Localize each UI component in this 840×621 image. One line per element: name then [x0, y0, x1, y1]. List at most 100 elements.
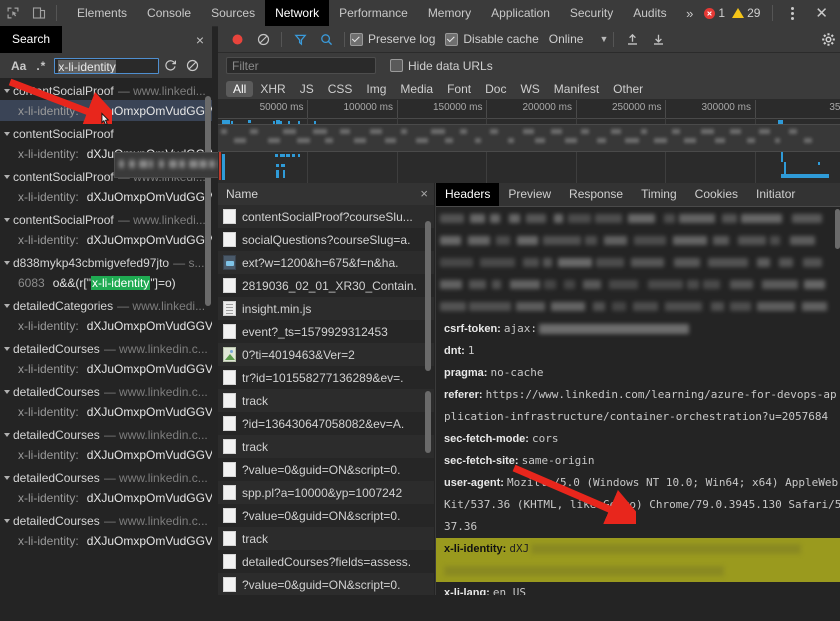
type-filter-other[interactable]: Other	[606, 81, 650, 97]
requests-scrollbar[interactable]	[425, 221, 431, 371]
table-row[interactable]: ?id=136430647058082&ev=A.	[218, 412, 434, 435]
clear-network-log-icon[interactable]	[250, 26, 276, 52]
tab-preview[interactable]: Preview	[499, 183, 560, 206]
expand-caret-icon[interactable]	[4, 347, 10, 351]
device-toolbar-icon[interactable]	[26, 0, 52, 26]
type-filter-js[interactable]: JS	[293, 81, 321, 97]
tab-cookies[interactable]: Cookies	[686, 183, 747, 206]
search-result-match[interactable]: x-li-identity:dXJuOmxpOmVudGGV...	[0, 444, 212, 465]
expand-caret-icon[interactable]	[4, 433, 10, 437]
expand-caret-icon[interactable]	[4, 304, 10, 308]
expand-caret-icon[interactable]	[4, 390, 10, 394]
tab-sources[interactable]: Sources	[201, 0, 265, 26]
inspect-element-icon[interactable]	[0, 0, 26, 26]
search-result-group[interactable]: detailedCourses— www.linkedin.c...x-li-i…	[0, 379, 212, 422]
type-filter-css[interactable]: CSS	[321, 81, 360, 97]
type-filter-media[interactable]: Media	[393, 81, 440, 97]
import-har-icon[interactable]	[619, 26, 645, 52]
type-filter-img[interactable]: Img	[359, 81, 393, 97]
search-input[interactable]: x-li-identity	[54, 58, 159, 74]
requests-column-header[interactable]: Name	[218, 183, 434, 206]
search-result-group[interactable]: contentSocialProof— www.linkedi...x-li-i…	[0, 207, 212, 250]
tab-memory[interactable]: Memory	[418, 0, 481, 26]
tab-performance[interactable]: Performance	[329, 0, 418, 26]
expand-caret-icon[interactable]	[4, 519, 10, 523]
network-overview-timeline[interactable]: 50000 ms100000 ms150000 ms200000 ms25000…	[218, 100, 840, 183]
more-tabs-icon[interactable]: »	[679, 6, 700, 21]
expand-caret-icon[interactable]	[4, 218, 10, 222]
tab-network[interactable]: Network	[265, 0, 329, 26]
search-result-header[interactable]: detailedCourses— www.linkedin.c...	[0, 468, 212, 487]
tab-headers[interactable]: Headers	[436, 183, 499, 206]
error-badge[interactable]: 1 29	[700, 6, 768, 20]
headers-scrollbar[interactable]	[835, 209, 840, 249]
table-row[interactable]: insight.min.js	[218, 297, 434, 320]
filter-input[interactable]: Filter	[226, 57, 376, 74]
disable-cache-checkbox[interactable]: Disable cache	[445, 32, 538, 46]
tab-elements[interactable]: Elements	[67, 0, 137, 26]
tab-audits[interactable]: Audits	[623, 0, 676, 26]
preserve-log-checkbox[interactable]: Preserve log	[350, 32, 435, 46]
clear-search-icon[interactable]	[181, 55, 203, 77]
table-row[interactable]: track	[218, 527, 434, 550]
table-row[interactable]: ext?w=1200&h=675&f=n&ha.	[218, 251, 434, 274]
type-filter-doc[interactable]: Doc	[478, 81, 513, 97]
expand-caret-icon[interactable]	[4, 132, 10, 136]
hide-data-urls-checkbox[interactable]: Hide data URLs	[390, 59, 493, 73]
search-result-match[interactable]: x-li-identity:dXJuOmxpOmVudGGV...	[0, 401, 212, 422]
search-result-group[interactable]: detailedCourses— www.linkedin.c...x-li-i…	[0, 336, 212, 379]
tab-response[interactable]: Response	[560, 183, 632, 206]
filter-icon[interactable]	[287, 26, 313, 52]
table-row[interactable]: ?value=0&guid=ON&script=0.	[218, 504, 434, 527]
regex-toggle[interactable]: .*	[31, 59, 51, 73]
more-options-icon[interactable]	[777, 7, 807, 20]
table-row[interactable]: ?value=0&guid=ON&script=0.	[218, 458, 434, 481]
search-result-header[interactable]: detailedCourses— www.linkedin.c...	[0, 511, 212, 530]
record-button[interactable]	[224, 26, 250, 52]
search-result-group[interactable]: d838mykp43cbmigvefed97jto— s...6083o&&(r…	[0, 250, 212, 293]
tab-console[interactable]: Console	[137, 0, 201, 26]
expand-caret-icon[interactable]	[4, 175, 10, 179]
type-filter-manifest[interactable]: Manifest	[547, 81, 606, 97]
table-row[interactable]: track	[218, 435, 434, 458]
search-result-group[interactable]: detailedCourses— www.linkedin.c...x-li-i…	[0, 508, 212, 551]
search-icon[interactable]	[313, 26, 339, 52]
tab-security[interactable]: Security	[560, 0, 623, 26]
search-result-match[interactable]: x-li-identity:dXJuOmxpOmVudGGV...	[0, 186, 212, 207]
export-har-icon[interactable]	[645, 26, 671, 52]
search-result-match[interactable]: 6083o&&(r["x-li-identity"]=o)	[0, 272, 212, 293]
search-result-match[interactable]: x-li-identity:dXJuOmxpOmVudGGV...	[0, 358, 212, 379]
expand-caret-icon[interactable]	[4, 476, 10, 480]
table-row[interactable]: socialQuestions?courseSlug=a.	[218, 228, 434, 251]
search-result-header[interactable]: detailedCategories— www.linkedi...	[0, 296, 212, 315]
search-result-header[interactable]: contentSocialProof— www.linkedi...	[0, 210, 212, 229]
table-row[interactable]: 2819036_02_01_XR30_Contain.	[218, 274, 434, 297]
search-result-match[interactable]: x-li-identity:dXJuOmxpOmVudGGV...	[0, 530, 212, 551]
table-row[interactable]: spp.pl?a=10000&yp=1007242	[218, 481, 434, 504]
search-result-match[interactable]: x-li-identity:dXJuOmxpOmVudGGV...	[0, 229, 212, 250]
gear-icon[interactable]	[821, 32, 836, 47]
close-search-panel-icon[interactable]: ×	[188, 33, 212, 47]
requests-list[interactable]: contentSocialProof?courseSlu...socialQue…	[218, 205, 434, 595]
search-result-group[interactable]: detailedCategories— www.linkedi...x-li-i…	[0, 293, 212, 336]
table-row[interactable]: event?_ts=1579929312453	[218, 320, 434, 343]
search-result-header[interactable]: detailedCourses— www.linkedin.c...	[0, 425, 212, 444]
type-filter-ws[interactable]: WS	[513, 81, 546, 97]
throttling-select[interactable]: Online ▼	[549, 32, 609, 46]
type-filter-all[interactable]: All	[226, 81, 253, 97]
search-result-header[interactable]: contentSocialProof— www.linkedi...	[0, 81, 212, 100]
table-row[interactable]: detailedCourses?fields=assess.	[218, 550, 434, 573]
search-result-match[interactable]: x-li-identity:dXJuOmxpOmVudGGV...	[0, 315, 212, 336]
table-row[interactable]: contentSocialProof?courseSlu...	[218, 205, 434, 228]
close-devtools-icon[interactable]: ✕	[807, 6, 836, 21]
headers-list[interactable]: csrf-token: ajax:dnt: 1pragma: no-cacher…	[436, 206, 840, 595]
refresh-icon[interactable]	[159, 55, 181, 77]
table-row[interactable]: tr?id=101558277136289&ev=.	[218, 366, 434, 389]
type-filter-font[interactable]: Font	[440, 81, 478, 97]
expand-caret-icon[interactable]	[4, 89, 10, 93]
tab-search[interactable]: Search	[0, 26, 62, 53]
table-row[interactable]: ?value=0&guid=ON&script=0.	[218, 573, 434, 595]
search-result-group[interactable]: detailedCourses— www.linkedin.c...x-li-i…	[0, 422, 212, 465]
tab-initiator[interactable]: Initiator	[747, 183, 804, 206]
requests-scrollbar-lower[interactable]	[425, 391, 431, 453]
